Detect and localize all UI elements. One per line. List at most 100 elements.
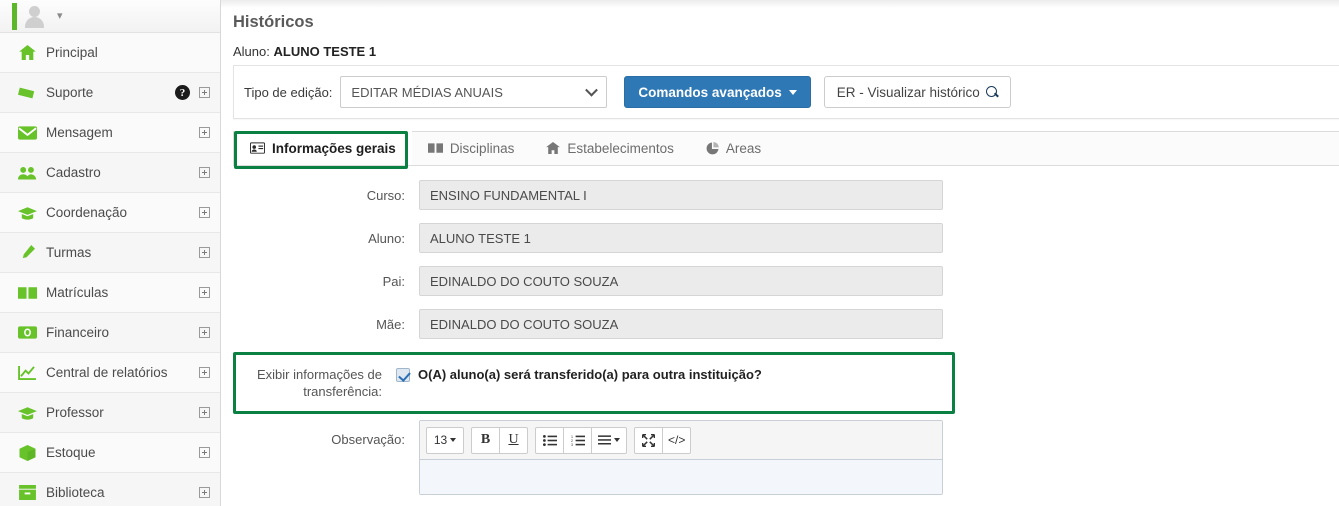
transfer-checkbox-label: O(A) aluno(a) será transferido(a) para o… — [418, 367, 762, 382]
tab-informacoes-gerais[interactable]: Informações gerais — [234, 131, 412, 165]
tab-estabelecimentos[interactable]: Estabelecimentos — [530, 131, 690, 165]
sidebar-item-turmas[interactable]: Turmas — [0, 233, 220, 273]
sidebar-item-central-de-relatorios[interactable]: Central de relatórios — [0, 353, 220, 393]
field-label: Aluno: — [368, 230, 405, 246]
list-align-group: 123 — [535, 426, 627, 454]
book-icon — [427, 142, 443, 154]
expand-icon[interactable] — [199, 247, 210, 258]
help-icon[interactable]: ? — [175, 85, 190, 100]
mae-field[interactable]: EDINALDO DO COUTO SOUZA — [419, 309, 943, 339]
id-card-icon — [250, 142, 265, 154]
expand-icon[interactable] — [199, 327, 210, 338]
sidebar-item-label: Central de relatórios — [46, 365, 168, 380]
sidebar-item-label: Professor — [46, 405, 104, 420]
ticket-icon — [14, 86, 40, 100]
sidebar-item-matriculas[interactable]: Matrículas — [0, 273, 220, 313]
transfer-label-line2: transferência: — [303, 384, 382, 399]
font-size-value: 13 — [433, 433, 448, 447]
user-accent-bar — [12, 3, 17, 30]
expand-icon[interactable] — [199, 127, 210, 138]
sidebar-item-label: Principal — [46, 45, 98, 60]
general-info-form: Curso: ENSINO FUNDAMENTAL I Aluno: ALUNO… — [233, 180, 1335, 495]
bold-button[interactable]: B — [471, 426, 500, 454]
curso-field[interactable]: ENSINO FUNDAMENTAL I — [419, 180, 943, 210]
aluno-field[interactable]: ALUNO TESTE 1 — [419, 223, 943, 253]
transfer-checkbox-row[interactable]: O(A) aluno(a) será transferido(a) para o… — [396, 366, 762, 382]
action-toolbar-panel: Tipo de edição: EDITAR MÉDIAS ANUAIS Com… — [233, 65, 1339, 119]
tab-disciplinas[interactable]: Disciplinas — [412, 131, 531, 165]
font-size-dropdown[interactable]: 13 — [426, 426, 464, 454]
advanced-commands-label: Comandos avançados — [638, 84, 782, 100]
field-label: Mãe: — [376, 316, 405, 332]
student-line: Aluno: ALUNO TESTE 1 — [233, 44, 1335, 59]
sidebar-item-label: Financeiro — [46, 325, 110, 340]
box-icon — [14, 444, 40, 461]
expand-icon[interactable] — [199, 487, 210, 498]
bold-glyph: B — [480, 432, 491, 447]
tab-areas[interactable]: Areas — [690, 131, 777, 165]
sidebar-item-label: Matrículas — [46, 285, 109, 300]
user-silhouette-icon — [24, 4, 46, 28]
align-dropdown[interactable] — [591, 426, 627, 454]
chevron-down-icon[interactable]: ▾ — [57, 10, 63, 22]
envelope-icon — [14, 125, 40, 140]
sidebar-item-label: Coordenação — [46, 205, 128, 220]
sidebar-user-box[interactable]: ▾ — [0, 0, 220, 33]
form-row-curso: Curso: ENSINO FUNDAMENTAL I — [233, 180, 1335, 210]
sidebar-item-estoque[interactable]: Estoque — [0, 433, 220, 473]
sidebar-item-coordenacao[interactable]: Coordenação — [0, 193, 220, 233]
view-history-label: ER - Visualizar histórico — [836, 84, 980, 100]
sidebar-item-principal[interactable]: Principal — [0, 33, 220, 73]
edit-type-value: EDITAR MÉDIAS ANUAIS — [351, 84, 503, 100]
sidebar-item-financeiro[interactable]: Financeiro — [0, 313, 220, 353]
view-group: </> — [634, 426, 692, 454]
expand-icon[interactable] — [199, 87, 210, 98]
ordered-list-button[interactable]: 123 — [563, 426, 592, 454]
users-icon — [14, 166, 40, 180]
sidebar-item-suporte[interactable]: Suporte ? — [0, 73, 220, 113]
expand-icon[interactable] — [199, 207, 210, 218]
caret-down-icon — [788, 89, 797, 95]
editor-toolbar: 13 B U 1 2 3 </> — [420, 421, 942, 460]
fullscreen-button[interactable] — [634, 426, 663, 454]
svg-text:3: 3 — [571, 443, 573, 446]
code-glyph: </> — [668, 433, 686, 447]
field-label: Pai: — [382, 273, 405, 289]
form-row-mae: Mãe: EDINALDO DO COUTO SOUZA — [233, 309, 1335, 339]
code-view-button[interactable]: </> — [662, 426, 692, 454]
underline-button[interactable]: U — [499, 426, 528, 454]
advanced-commands-button[interactable]: Comandos avançados — [624, 76, 811, 108]
graduation-cap-icon — [14, 406, 40, 420]
student-name: ALUNO TESTE 1 — [273, 44, 377, 59]
graduation-cap-icon — [14, 206, 40, 220]
form-row-pai: Pai: EDINALDO DO COUTO SOUZA — [233, 266, 1335, 296]
field-label: Curso: — [366, 187, 405, 203]
chart-line-icon — [14, 365, 40, 380]
sidebar-item-cadastro[interactable]: Cadastro — [0, 153, 220, 193]
pie-chart-icon — [706, 141, 719, 155]
expand-icon[interactable] — [199, 167, 210, 178]
chevron-down-icon — [585, 83, 599, 97]
sidebar-item-professor[interactable]: Professor — [0, 393, 220, 433]
transfer-label: Exibir informações de transferência: — [236, 366, 396, 400]
sidebar-item-label: Turmas — [46, 245, 92, 260]
unordered-list-button[interactable] — [535, 426, 564, 454]
tab-label: Areas — [725, 140, 762, 156]
caret-down-icon — [614, 438, 620, 442]
sidebar-item-mensagem[interactable]: Mensagem — [0, 113, 220, 153]
transfer-checkbox[interactable] — [396, 367, 410, 382]
page-title: Históricos — [233, 13, 314, 31]
observation-textarea[interactable] — [420, 460, 942, 494]
observation-row: Observação: 13 B U 1 2 3 </> — [233, 420, 1335, 495]
view-history-button[interactable]: ER - Visualizar histórico — [823, 76, 1011, 108]
expand-icon[interactable] — [199, 447, 210, 458]
pai-field[interactable]: EDINALDO DO COUTO SOUZA — [419, 266, 943, 296]
pencil-icon — [14, 245, 40, 260]
book-open-icon — [14, 286, 40, 300]
expand-icon[interactable] — [199, 407, 210, 418]
edit-type-select[interactable]: EDITAR MÉDIAS ANUAIS — [340, 76, 608, 108]
expand-icon[interactable] — [199, 287, 210, 298]
sidebar-item-biblioteca[interactable]: Biblioteca — [0, 473, 220, 506]
expand-icon[interactable] — [199, 367, 210, 378]
sidebar-item-label: Cadastro — [46, 165, 101, 180]
